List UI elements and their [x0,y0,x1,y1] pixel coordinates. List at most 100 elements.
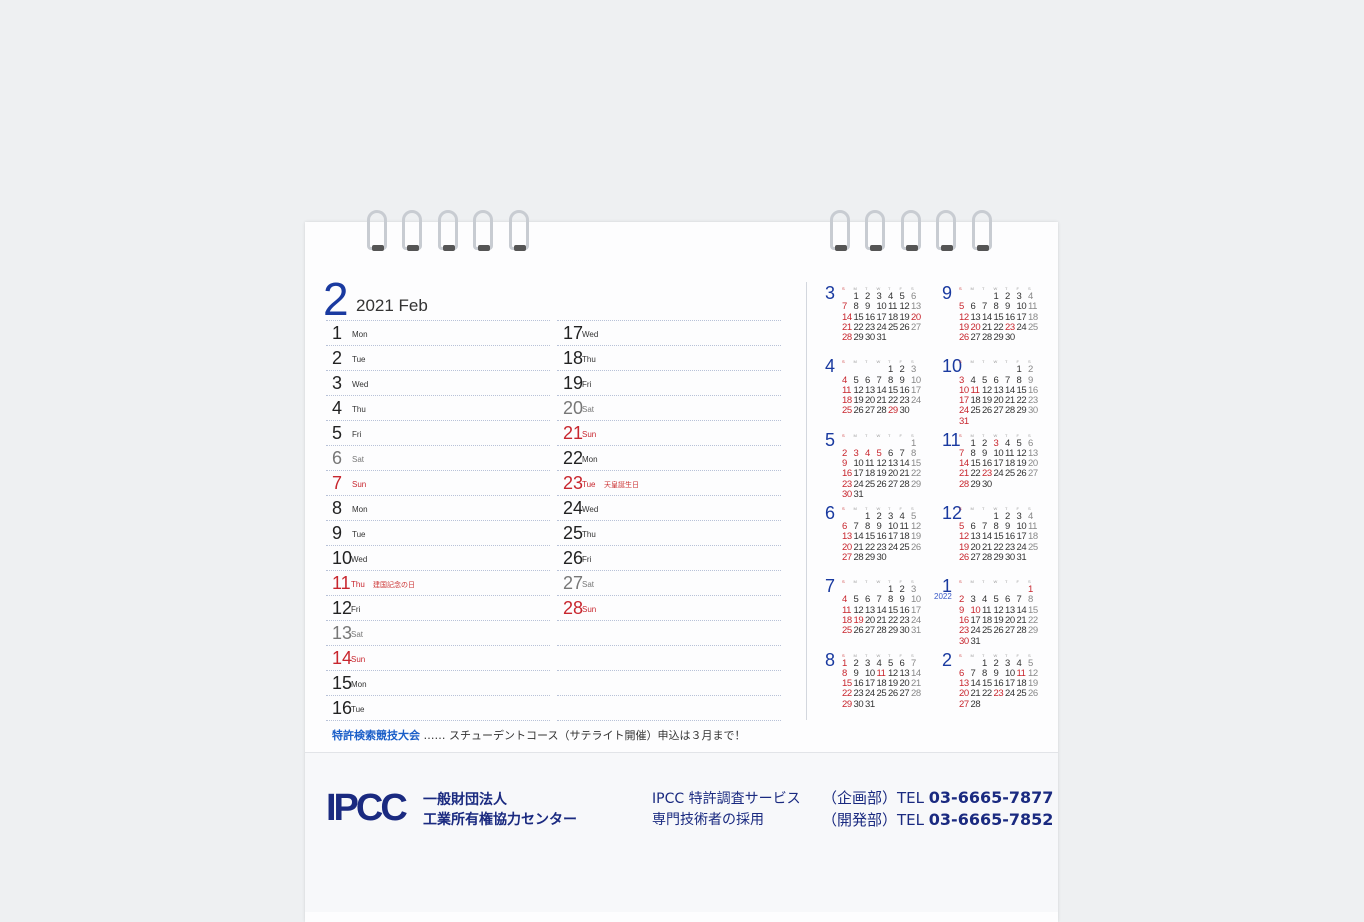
mini-month-number: 4 [825,356,836,377]
mini-day: 28 [853,552,864,564]
day-number: 22 [563,448,584,468]
mini-day: 25 [842,625,852,637]
day-row[interactable]: 3 Wed [326,370,550,395]
day-of-week: Thu [351,580,365,589]
day-row[interactable]: 25 Thu [557,520,781,545]
phone-1: 03-6665-7877 [928,788,1054,807]
day-row[interactable]: 1 Mon [326,320,550,345]
mini-calendar: 8 S M T W T F S 1 2 3 4 5 6 7 8 9 10 11 12 13 14 15 16 17 18 19 20 2… [825,650,937,720]
mini-month-number: 2 [942,649,953,670]
day-row[interactable]: 14 Sun [326,645,550,670]
day-row[interactable]: 23 Tue 天皇誕生日 [557,470,781,495]
day-number: 5 [332,423,343,443]
day-row[interactable]: 17 Wed [557,320,781,345]
mini-day: 28 [911,688,921,700]
day-of-week: Sat [582,405,595,414]
day-row[interactable]: 8 Mon [326,495,550,520]
day-of-week: Sat [352,455,365,464]
day-row[interactable]: 7 Sun [326,470,550,495]
day-row[interactable]: 2 Tue [326,345,550,370]
day-row[interactable]: 9 Tue [326,520,550,545]
day-row[interactable]: 13 Sat [326,620,550,645]
day-of-week: Tue [352,355,366,364]
current-month-number: 2 [323,273,349,325]
mini-day: 28 [970,698,981,710]
mini-calendar: 12 S M T W T F S 1 2 3 4 5 6 7 8 9 10 11 12 13 14 15 16 17 18 19 20… [942,503,1054,573]
binding-ring [367,210,387,251]
day-number: 26 [563,548,584,568]
mini-day: 24 [993,468,1004,480]
day-number: 7 [332,473,343,493]
mini-day: 29 [1028,625,1038,637]
day-row[interactable]: 21 Sun [557,420,781,445]
day-row[interactable]: 19 Fri [557,370,781,395]
event-text: …… スチューデントコース（サテライト開催）申込は３月まで！ [420,729,746,742]
mini-day: 30 [982,478,992,490]
organization-name: 一般財団法人 工業所有権協力センター [423,790,577,830]
mini-day: 29 [842,698,852,710]
mini-day: 28 [982,332,992,344]
day-row[interactable]: 16 Tue [326,695,550,720]
mini-day: 31 [853,489,864,501]
mini-day: 29 [865,552,875,564]
day-row[interactable]: 12 Fri [326,595,550,620]
day-of-week: Mon [582,455,598,464]
dept-1: （企画部）TEL [822,789,929,807]
mini-day: 30 [876,552,887,564]
mini-day: 29 [888,625,898,637]
day-row[interactable]: 20 Sat [557,395,781,420]
day-row[interactable]: 4 Thu [326,395,550,420]
day-number: 12 [332,598,353,618]
day-row[interactable] [557,645,781,670]
day-row[interactable]: 27 Sat [557,570,781,595]
mini-calendar: 5 S M T W T F S 1 2 3 4 5 6 7 8 9 10 11 12 13 14 15 16 17 18 19 20 2… [825,430,937,500]
day-of-week: Wed [582,505,599,514]
mini-day: 26 [1016,468,1027,480]
day-row[interactable] [557,695,781,720]
day-row[interactable]: 5 Fri [326,420,550,445]
row-line [326,720,550,721]
mini-day: 25 [865,478,875,490]
day-number: 23 [563,473,584,493]
day-row[interactable]: 6 Sat [326,445,550,470]
mini-day: 29 [970,478,981,490]
day-row[interactable]: 26 Fri [557,545,781,570]
mini-calendar: 4 S M T W T F S 1 2 3 4 5 6 7 8 9 10 11 12 13 14 15 16 17 18 19 20 2… [825,356,937,426]
mini-day: 26 [993,625,1004,637]
mini-day: 26 [982,405,992,417]
mini-month-number: 9 [942,283,953,303]
day-number: 3 [332,373,343,393]
mini-day: 25 [970,405,981,417]
day-number: 24 [563,498,584,518]
mini-month-number: 11 [942,429,961,450]
day-row[interactable] [557,670,781,695]
day-number: 1 [332,323,343,343]
day-row[interactable]: 15 Mon [326,670,550,695]
day-row[interactable] [557,620,781,645]
mini-day: 30 [899,405,910,417]
mini-calendar: 3 S M T W T F S 1 2 3 4 5 6 7 8 9 10 11 12 13 14 15 16 17 18 19 20 2… [825,283,937,353]
mini-day: 31 [911,625,921,637]
day-row[interactable]: 28 Sun [557,595,781,620]
day-number: 2 [332,348,343,368]
mini-day: 25 [982,625,992,637]
day-number: 13 [332,623,353,643]
mini-month-number: 3 [825,283,836,303]
mini-day: 24 [911,395,921,407]
ipcc-logo: IPCC [326,787,408,829]
phone-2: 03-6665-7852 [928,810,1054,829]
mini-calendar: 11 S M T W T F S 1 2 3 4 5 6 7 8 9 10 11 12 13 14 15 16 17 18 19 20… [942,430,1054,500]
day-row[interactable]: 24 Wed [557,495,781,520]
mini-calendar: 9 S M T W T F S 1 2 3 4 5 6 7 8 9 10 11 12 13 14 15 16 17 18 19 20 2… [942,283,1054,353]
day-number: 10 [332,548,353,568]
divider [806,282,807,720]
mini-day: 30 [1005,552,1015,564]
day-number: 11 [332,573,351,593]
day-row[interactable]: 11 Thu 建国記念の日 [326,570,550,595]
day-row[interactable]: 10 Wed [326,545,550,570]
mini-day: 30 [899,625,910,637]
day-row[interactable]: 18 Thu [557,345,781,370]
mini-day: 28 [959,478,969,490]
mini-day: 28 [1016,625,1027,637]
day-row[interactable]: 22 Mon [557,445,781,470]
